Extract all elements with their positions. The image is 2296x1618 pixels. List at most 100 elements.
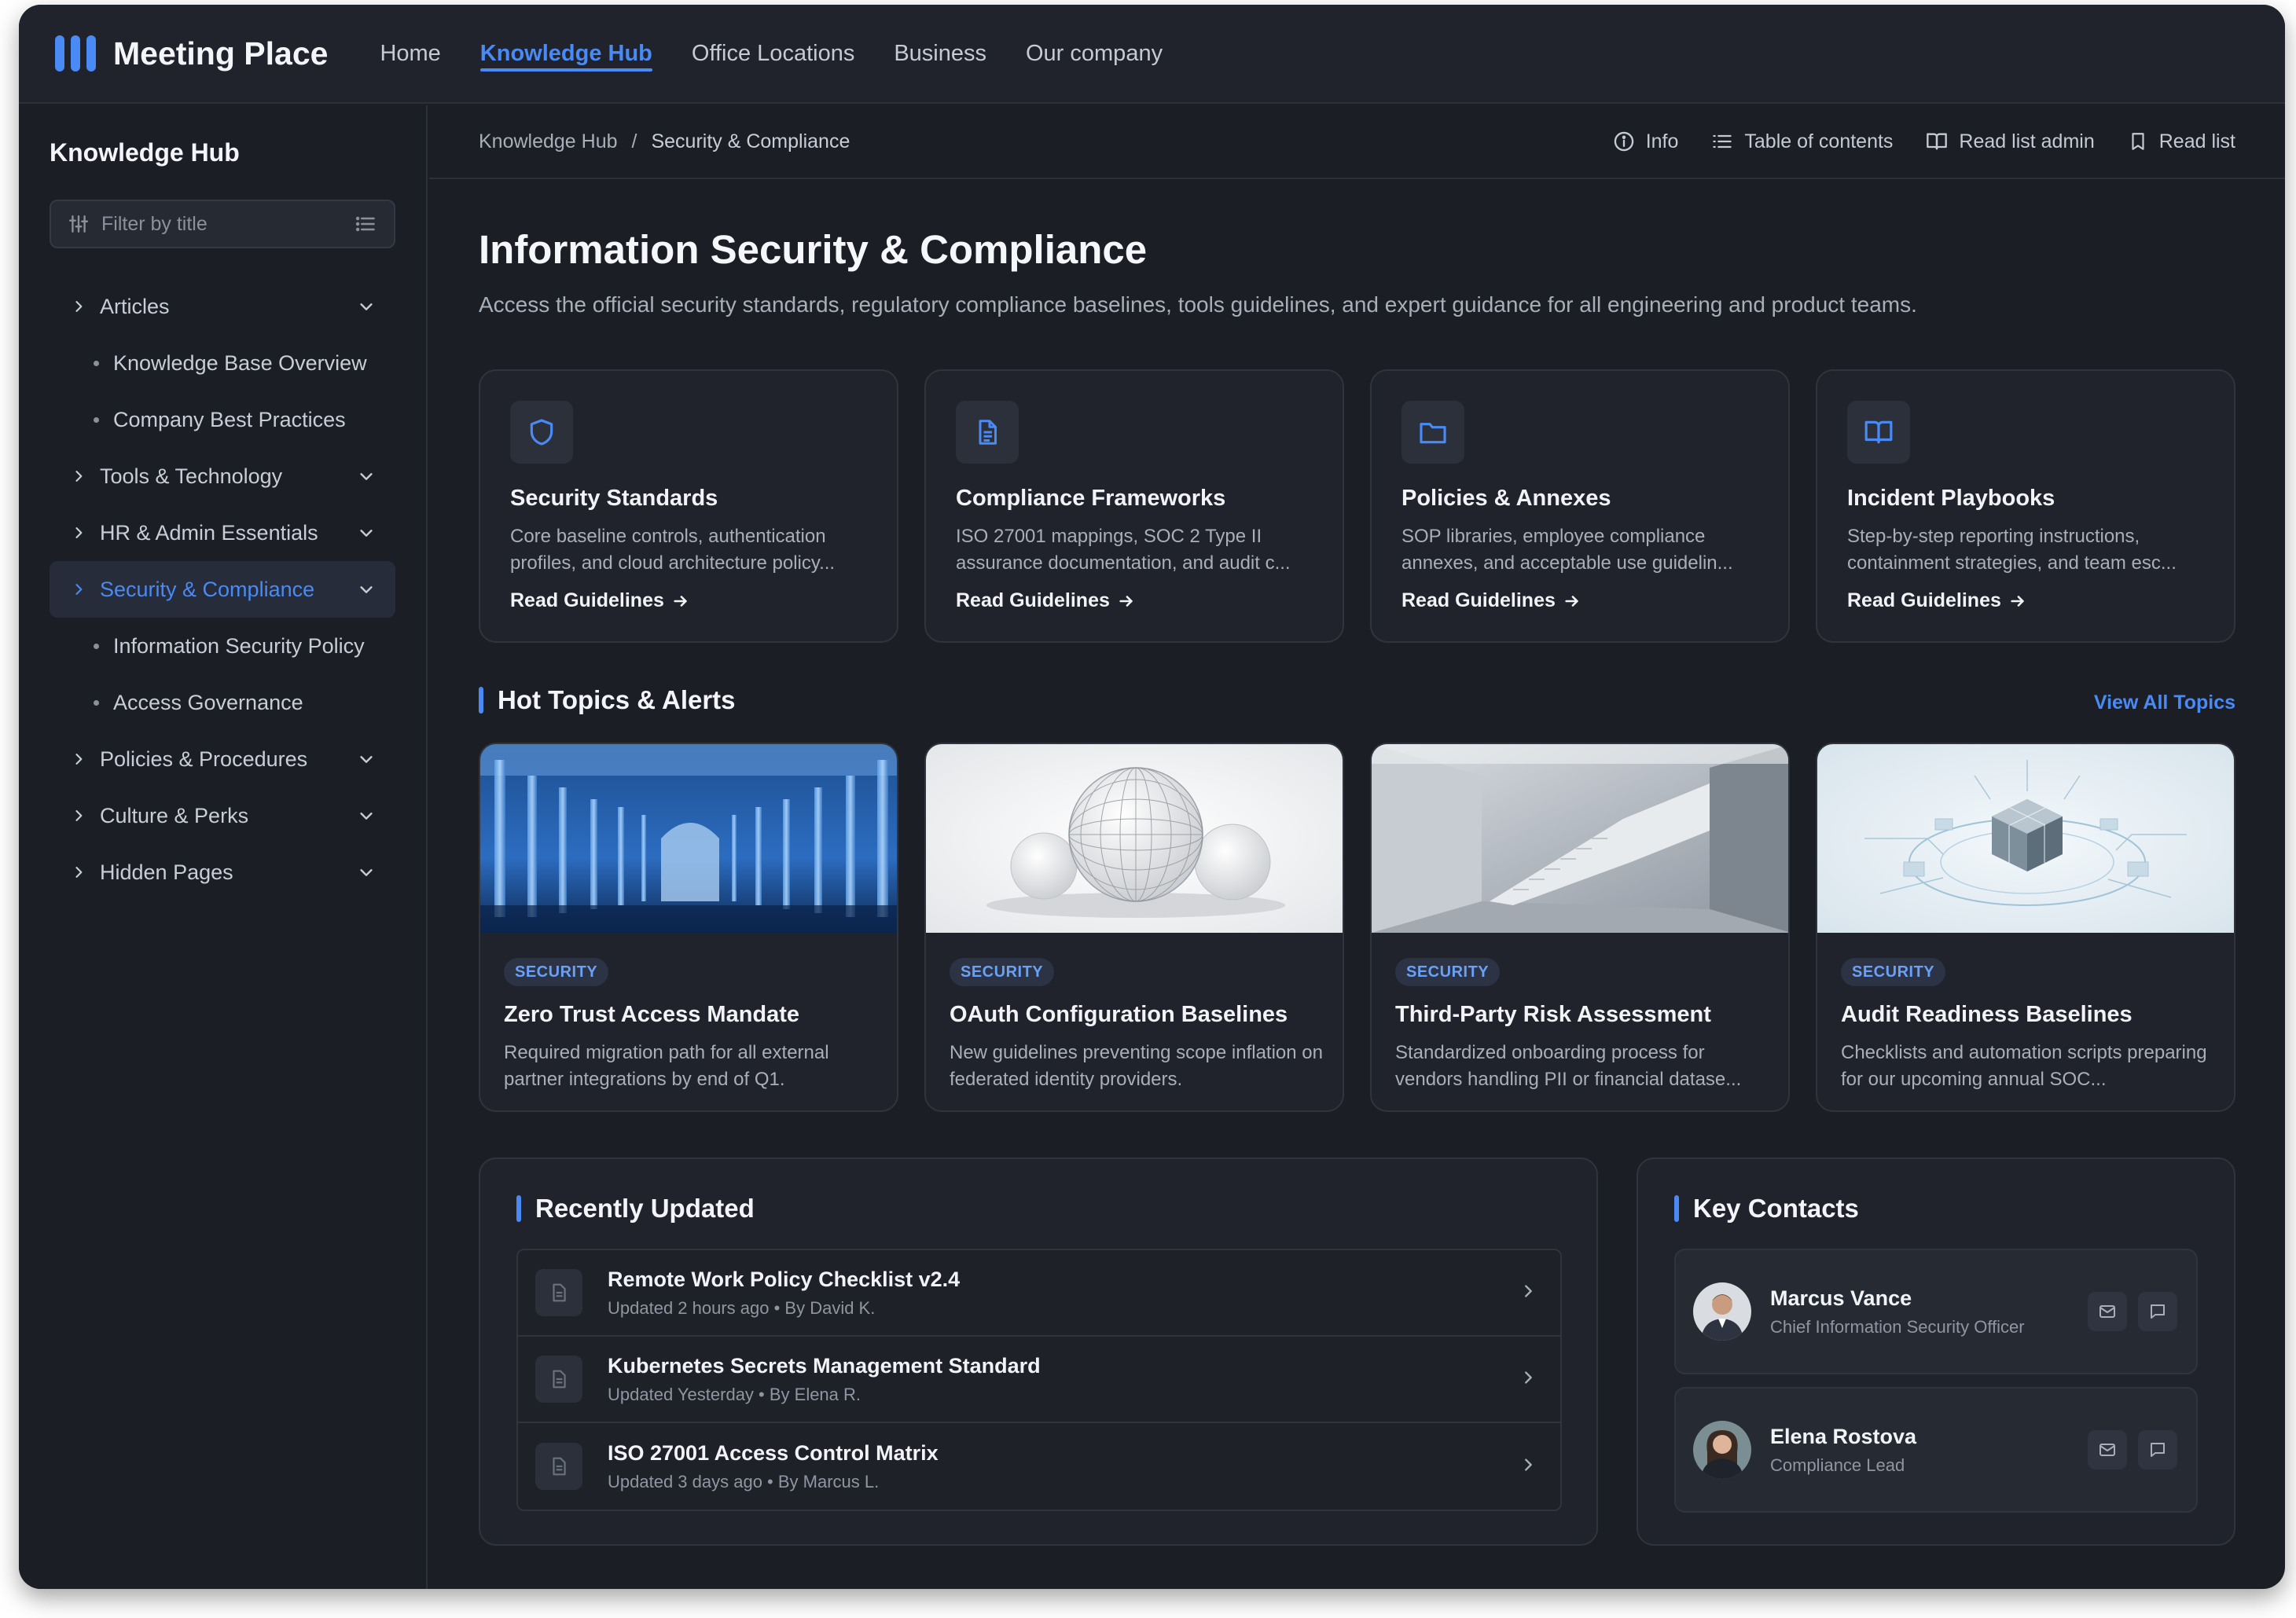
sidebar-item-label: Tools & Technology [100, 464, 283, 488]
nav-home[interactable]: Home [380, 5, 440, 103]
file-icon [535, 1443, 582, 1490]
category-title: Security Standards [510, 486, 718, 511]
sidebar-item-policies-procedures[interactable]: Policies & Procedures [50, 731, 395, 787]
topic-card-zero-trust[interactable]: SECURITY Zero Trust Access Mandate Requi… [479, 743, 898, 1112]
topic-card-third-party-risk[interactable]: SECURITY Third-Party Risk Assessment Sta… [1370, 743, 1790, 1112]
read-guidelines-link[interactable]: Read Guidelines [956, 589, 1135, 612]
chat-icon [2151, 1443, 2165, 1457]
key-contacts-heading: Key Contacts [1674, 1194, 1859, 1224]
topic-description: Standardized onboarding process for vend… [1395, 1042, 1742, 1090]
sidebar-subitem-label: Access Governance [113, 690, 303, 714]
list-item[interactable]: Kubernetes Secrets Management Standard Up… [518, 1337, 1560, 1423]
chevron-down-icon[interactable] [356, 864, 377, 881]
read-guidelines-link[interactable]: Read Guidelines [510, 589, 689, 612]
sidebar-subitem-company-best-practices[interactable]: Company Best Practices [50, 391, 395, 448]
chevron-right-icon [68, 582, 89, 597]
chevron-down-icon[interactable] [356, 298, 377, 315]
contact-name: Marcus Vance [1770, 1286, 1912, 1310]
sidebar-subitem-information-security-policy[interactable]: Information Security Policy [50, 618, 395, 674]
accent-bar [1674, 1195, 1679, 1222]
sidebar-item-hidden-pages[interactable]: Hidden Pages [50, 844, 395, 901]
topic-card-oauth[interactable]: SECURITY OAuth Configuration Baselines N… [924, 743, 1344, 1112]
nav-office-locations[interactable]: Office Locations [692, 5, 854, 103]
read-guidelines-link[interactable]: Read Guidelines [1847, 589, 2026, 612]
chevron-right-icon [1519, 1456, 1537, 1477]
doc-title: Kubernetes Secrets Management Standard [608, 1353, 1041, 1378]
sidebar-subitem-knowledge-base-overview[interactable]: Knowledge Base Overview [50, 335, 395, 391]
category-description: SOP libraries, employee compliance annex… [1401, 526, 1733, 574]
list-icon[interactable] [355, 213, 377, 235]
chevron-down-icon[interactable] [356, 750, 377, 768]
nav-our-company[interactable]: Our company [1026, 5, 1163, 103]
chevron-right-icon [68, 751, 89, 767]
sidebar-item-hr-admin[interactable]: HR & Admin Essentials [50, 504, 395, 561]
list-item[interactable]: ISO 27001 Access Control Matrix Updated 3… [518, 1423, 1560, 1510]
topic-description: Required migration path for all external… [504, 1042, 829, 1090]
topic-description: New guidelines preventing scope inflatio… [950, 1042, 1323, 1090]
chevron-down-icon[interactable] [356, 807, 377, 824]
category-card-policies-annexes[interactable]: Policies & Annexes SOP libraries, employ… [1370, 369, 1790, 643]
recently-updated-panel: Recently Updated Remote Work Policy Chec… [479, 1158, 1598, 1546]
arrow-right-icon [674, 595, 687, 607]
avatar [1693, 1421, 1751, 1479]
chevron-down-icon[interactable] [356, 581, 377, 598]
key-contacts-title: Key Contacts [1693, 1194, 1859, 1223]
email-button[interactable] [2088, 1292, 2127, 1331]
topic-title: Third-Party Risk Assessment [1395, 1002, 1711, 1027]
chevron-right-icon [68, 808, 89, 824]
bullet-icon [94, 699, 99, 706]
chevron-down-icon[interactable] [356, 468, 377, 485]
circuit-cube-image [1817, 744, 2234, 933]
chevron-down-icon[interactable] [356, 524, 377, 541]
wireframe-spheres-image [926, 744, 1343, 933]
breadcrumb-current: Security & Compliance [651, 130, 850, 152]
category-title: Compliance Frameworks [956, 486, 1226, 511]
chat-button[interactable] [2138, 1430, 2177, 1469]
sidebar-item-label: Culture & Perks [100, 803, 249, 827]
category-card-incident-playbooks[interactable]: Incident Playbooks Step-by-step reportin… [1816, 369, 2235, 643]
nav-knowledge-hub[interactable]: Knowledge Hub [479, 5, 653, 103]
sidebar-subitem-access-governance[interactable]: Access Governance [50, 674, 395, 731]
sidebar-item-label: Hidden Pages [100, 860, 233, 884]
category-title: Policies & Annexes [1401, 486, 1611, 511]
nav-business[interactable]: Business [894, 5, 986, 103]
read-list-label: Read list [2158, 130, 2235, 152]
category-description: ISO 27001 mappings, SOC 2 Type II assura… [956, 526, 1291, 574]
bullet-icon [94, 416, 99, 423]
concrete-staircase-image [1372, 744, 1788, 933]
recent-docs-list: Remote Work Policy Checklist v2.4 Updated… [516, 1249, 1562, 1511]
read-guidelines-link[interactable]: Read Guidelines [1401, 589, 1581, 612]
contact-card: Elena Rostova Compliance Lead [1674, 1387, 2198, 1513]
email-button[interactable] [2088, 1430, 2127, 1469]
contact-card: Marcus Vance Chief Information Security O… [1674, 1249, 2198, 1374]
info-button[interactable]: Info [1613, 130, 1678, 153]
doc-meta: Updated 3 days ago • By Marcus L. [608, 1471, 880, 1491]
chat-button[interactable] [2138, 1292, 2177, 1331]
table-of-contents-button[interactable]: Table of contents [1711, 130, 1893, 153]
breadcrumb-root[interactable]: Knowledge Hub [479, 130, 618, 153]
filter-input[interactable]: Filter by title [50, 200, 395, 248]
sidebar-item-articles[interactable]: Articles [50, 278, 395, 335]
sidebar-item-tools-technology[interactable]: Tools & Technology [50, 448, 395, 504]
accent-bar [516, 1195, 521, 1222]
read-list-button[interactable]: Read list [2128, 130, 2235, 153]
sidebar-item-security-compliance[interactable]: Security & Compliance [50, 561, 395, 618]
list-item[interactable]: Remote Work Policy Checklist v2.4 Updated… [518, 1250, 1560, 1337]
doc-meta: Updated 2 hours ago • By David K. [608, 1297, 876, 1318]
category-card-compliance-frameworks[interactable]: Compliance Frameworks ISO 27001 mappings… [924, 369, 1344, 643]
contact-role: Compliance Lead [1770, 1455, 1905, 1475]
app-window: Meeting Place Home Knowledge Hub Office … [19, 5, 2285, 1589]
app-name: Meeting Place [113, 35, 329, 72]
recently-updated-title: Recently Updated [535, 1194, 755, 1223]
topic-card-audit-readiness[interactable]: SECURITY Audit Readiness Baselines Check… [1816, 743, 2235, 1112]
document-icon [956, 401, 1019, 464]
category-description: Step-by-step reporting instructions, con… [1847, 526, 2177, 574]
sidebar-item-culture-perks[interactable]: Culture & Perks [50, 787, 395, 844]
category-card-security-standards[interactable]: Security Standards Core baseline control… [479, 369, 898, 643]
read-list-admin-button[interactable]: Read list admin [1926, 130, 2095, 153]
key-contacts-panel: Key Contacts Marcus Vance Chief Informati… [1637, 1158, 2235, 1546]
category-badge: SECURITY [950, 958, 1055, 986]
main-nav: Home Knowledge Hub Office Locations Busi… [380, 5, 1163, 103]
app-logo[interactable]: Meeting Place [55, 35, 328, 72]
view-all-topics-link[interactable]: View All Topics [2094, 692, 2235, 714]
